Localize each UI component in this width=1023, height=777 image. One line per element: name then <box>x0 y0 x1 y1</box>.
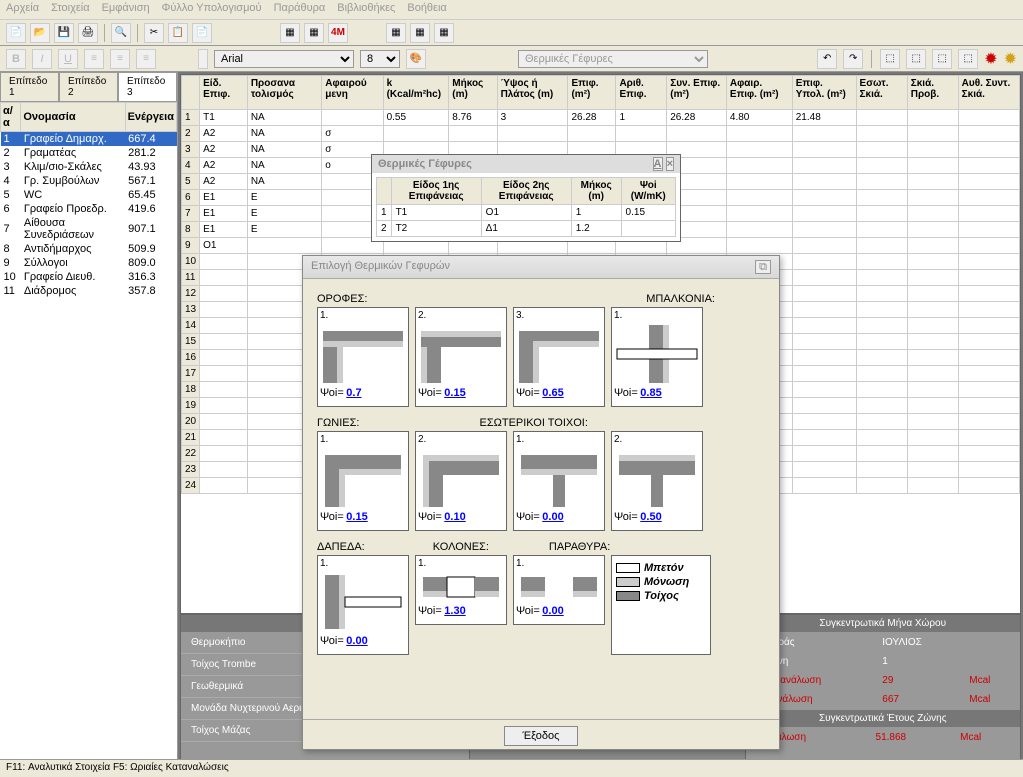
nav-icon[interactable]: ⬚ <box>880 49 900 69</box>
section-label: ΠΑΡΑΘΥΡΑ: <box>549 541 610 553</box>
bridge-option-balcony-1[interactable]: 1.Ψοi= 0.85 <box>611 307 703 407</box>
table-row[interactable]: 1Γραφείο Δημαρχ.667.4 <box>1 132 177 147</box>
bridge-option-column-1[interactable]: 1.Ψοi= 1.30 <box>415 555 507 625</box>
menu-item[interactable]: Βοήθεια <box>407 2 446 17</box>
align-icon[interactable]: ≡ <box>84 49 104 69</box>
tool-icon[interactable]: ▦ <box>410 23 430 43</box>
menu-item[interactable]: Παράθυρα <box>274 2 326 17</box>
section-label: ΜΠΑΛΚΟΝΙΑ: <box>646 293 715 305</box>
bridge-option-intwall-2[interactable]: 2.Ψοi= 0.50 <box>611 431 703 531</box>
toolbar-format: B I U ≡ ≡ ≡ Arial 8 🎨 Θερμικές Γέφυρες ↶… <box>0 46 1023 72</box>
tool-icon[interactable]: ▦ <box>304 23 324 43</box>
bold-icon[interactable]: B <box>6 49 26 69</box>
open-icon[interactable]: 📂 <box>30 23 50 43</box>
tool-icon[interactable]: ▦ <box>434 23 454 43</box>
nav-icon[interactable]: ⬚ <box>958 49 978 69</box>
exit-button[interactable]: Έξοδος <box>504 726 579 746</box>
table-row[interactable]: 5WC65.45 <box>1 188 177 202</box>
table-row[interactable]: 4Γρ. Συμβούλων567.1 <box>1 174 177 188</box>
bridge-selection-dialog[interactable]: Επιλογή Θερμικών Γεφυρών ⧉ ΟΡΟΦΕΣ: ΜΠΑΛΚΟ… <box>302 255 780 750</box>
bridge-option-roof-2[interactable]: 2.Ψοi= 0.15 <box>415 307 507 407</box>
level-tabs: Επίπεδο 1 Επίπεδο 2 Επίπεδο 3 <box>0 72 177 102</box>
panel-header: Συγκεντρωτικά Μήνα Χώρου <box>746 615 1021 632</box>
preview-icon[interactable]: 🔍 <box>111 23 131 43</box>
col-name: Ονομασία <box>21 103 125 132</box>
menu-item[interactable]: Φύλλο Υπολογισμού <box>162 2 262 17</box>
section-select[interactable]: Θερμικές Γέφυρες <box>518 50 708 68</box>
table-row[interactable]: 9Σύλλογοι809.0 <box>1 256 177 270</box>
close-icon[interactable]: ⧉ <box>755 260 771 274</box>
section-label: ΓΩΝΙΕΣ: <box>317 417 359 429</box>
legend: Μπετόν Μόνωση Τοίχος <box>611 555 711 655</box>
star-icon[interactable]: ✹ <box>1004 49 1017 69</box>
tab-level-2[interactable]: Επίπεδο 2 <box>59 72 118 101</box>
section-label: ΚΟΛΟΝΕΣ: <box>433 541 489 553</box>
statusbar: F11: Αναλυτικά Στοιχεία F5: Ωριαίες Κατα… <box>0 759 1023 777</box>
align-icon[interactable]: ≡ <box>110 49 130 69</box>
new-icon[interactable]: 📄 <box>6 23 26 43</box>
color-icon[interactable]: 🎨 <box>406 49 426 69</box>
col-energy: Ενέργεια <box>125 103 176 132</box>
app-logo-icon <box>198 49 208 69</box>
thermal-bridges-dialog[interactable]: Θερμικές Γέφυρες A × Είδος 1ης Επιφάνεια… <box>371 154 681 242</box>
table-row[interactable]: 6Γραφείο Προεδρ.419.6 <box>1 202 177 216</box>
tab-level-1[interactable]: Επίπεδο 1 <box>0 72 59 101</box>
menu-item[interactable]: Βιβλιοθήκες <box>337 2 395 17</box>
align-icon[interactable]: ≡ <box>136 49 156 69</box>
font-name-select[interactable]: Arial <box>214 50 354 68</box>
tool-icon[interactable]: ▦ <box>386 23 406 43</box>
undo-icon[interactable]: ↶ <box>817 49 837 69</box>
cut-icon[interactable]: ✂ <box>144 23 164 43</box>
table-row[interactable]: 7Αίθουσα Συνεδριάσεων907.1 <box>1 216 177 242</box>
table-row[interactable]: 3Κλιμ/σιο-Σκάλες43.93 <box>1 160 177 174</box>
bridge-option-intwall-1[interactable]: 1.Ψοi= 0.00 <box>513 431 605 531</box>
star-icon[interactable]: ✹ <box>984 49 997 69</box>
menubar: Αρχεία Στοιχεία Εμφάνιση Φύλλο Υπολογισμ… <box>0 0 1023 20</box>
bridges-grid[interactable]: Είδος 1ης ΕπιφάνειαςΕίδος 2ης Επιφάνειας… <box>376 177 676 237</box>
font-size-select[interactable]: 8 <box>360 50 400 68</box>
tool-icon[interactable]: 4M <box>328 23 348 43</box>
bridge-option-corner-2[interactable]: 2.Ψοi= 0.10 <box>415 431 507 531</box>
copy-icon[interactable]: 📋 <box>168 23 188 43</box>
italic-icon[interactable]: I <box>32 49 52 69</box>
underline-icon[interactable]: U <box>58 49 78 69</box>
nav-icon[interactable]: ⬚ <box>906 49 926 69</box>
table-row[interactable]: 10Γραφείο Διευθ.316.3 <box>1 270 177 284</box>
dialog-title: Επιλογή Θερμικών Γεφυρών <box>311 260 450 274</box>
bridge-option-window-1[interactable]: 1.Ψοi= 0.00 <box>513 555 605 625</box>
tool-icon[interactable]: ▦ <box>280 23 300 43</box>
menu-item[interactable]: Εμφάνιση <box>102 2 150 17</box>
save-icon[interactable]: 💾 <box>54 23 74 43</box>
col-aa: α/α <box>1 103 21 132</box>
paste-icon[interactable]: 📄 <box>192 23 212 43</box>
menu-item[interactable]: Στοιχεία <box>51 2 90 17</box>
panel-header: Συγκεντρωτικά Έτους Ζώνης <box>746 710 1021 727</box>
table-row[interactable]: 1T1O110.15 <box>377 205 676 221</box>
table-row[interactable]: 8Αντιδήμαρχος509.9 <box>1 242 177 256</box>
bridge-option-corner-1[interactable]: 1.Ψοi= 0.15 <box>317 431 409 531</box>
section-label: ΕΣΩΤΕΡΙΚΟΙ ΤΟΙΧΟΙ: <box>479 417 587 429</box>
table-row[interactable]: 2Γραματέας281.2 <box>1 146 177 160</box>
menu-item[interactable]: Αρχεία <box>6 2 39 17</box>
table-row[interactable]: 2T2Δ11.2 <box>377 221 676 237</box>
room-list-panel: Επίπεδο 1 Επίπεδο 2 Επίπεδο 3 α/αΟνομασί… <box>0 72 178 762</box>
bridge-option-roof-3[interactable]: 3.Ψοi= 0.65 <box>513 307 605 407</box>
print-icon[interactable]: 🖨 <box>78 23 98 43</box>
close-icon[interactable]: × <box>666 157 674 171</box>
redo-icon[interactable]: ↷ <box>843 49 863 69</box>
bridge-option-roof-1[interactable]: 1.Ψοi= 0.7 <box>317 307 409 407</box>
tab-level-3[interactable]: Επίπεδο 3 <box>118 72 177 101</box>
toolbar-file: 📄 📂 💾 🖨 🔍 ✂ 📋 📄 ▦ ▦ 4M ▦ ▦ ▦ <box>0 20 1023 46</box>
section-label: ΟΡΟΦΕΣ: <box>317 293 367 305</box>
dialog-title: Θερμικές Γέφυρες <box>378 158 472 170</box>
bridge-option-floor-1[interactable]: 1.Ψοi= 0.00 <box>317 555 409 655</box>
nav-icon[interactable]: ⬚ <box>932 49 952 69</box>
summary-panel: Συγκεντρωτικά Μήνα Χώρου ναφοράςΙΟΥΛΙΟΣ … <box>745 614 1022 762</box>
table-row[interactable]: 11Διάδρομος357.8 <box>1 284 177 298</box>
section-label: ΔΑΠΕΔΑ: <box>317 541 365 553</box>
auto-button[interactable]: A <box>653 157 663 171</box>
room-table[interactable]: α/αΟνομασίαΕνέργεια 1Γραφείο Δημαρχ.667.… <box>0 102 177 298</box>
